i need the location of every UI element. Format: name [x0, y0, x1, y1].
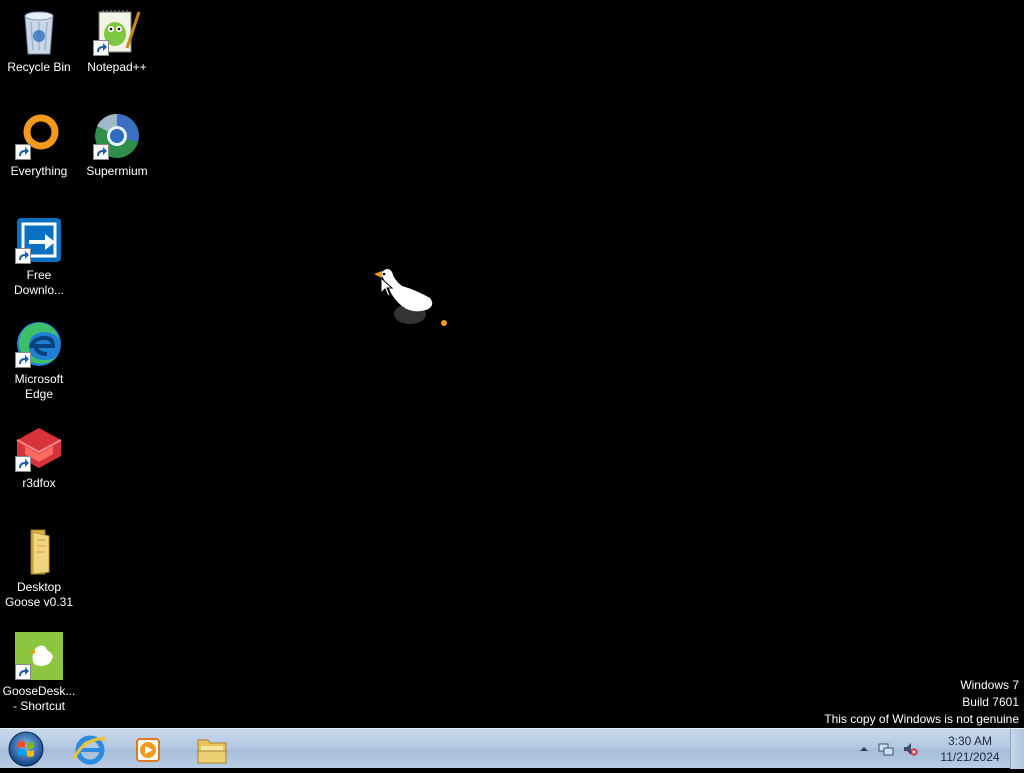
shortcut-arrow-icon: [15, 456, 31, 472]
desktop-icon-label: Recycle Bin: [7, 60, 71, 74]
folder-icon: [15, 528, 63, 576]
everything-search-icon: [15, 112, 63, 160]
goose-app-icon: [15, 632, 63, 680]
shortcut-arrow-icon: [15, 352, 31, 368]
internet-explorer-icon: [72, 735, 107, 765]
taskbar-clock[interactable]: 3:30 AM 11/21/2024: [936, 733, 1004, 765]
start-button[interactable]: [6, 730, 46, 768]
shortcut-arrow-icon: [15, 144, 31, 160]
desktop-icon-notepad-plus-plus[interactable]: Notepad++: [79, 8, 155, 75]
desktop-icon-label: Supermium: [86, 164, 148, 178]
show-hidden-icons-chevron-up-icon[interactable]: [856, 741, 872, 757]
media-player-icon: [136, 738, 160, 762]
clock-time: 3:30 AM: [947, 734, 993, 748]
desktop-icon-label: Microsoft Edge: [14, 372, 64, 401]
r3dfox-browser-icon: [15, 424, 63, 472]
mouse-pointer-icon: [380, 277, 394, 297]
notepad-plus-plus-icon: [93, 8, 141, 56]
desktop-icon-label: Notepad++: [87, 60, 147, 74]
clock-date: 11/21/2024: [940, 750, 1000, 764]
desktop-icon-label: Free Downlo...: [13, 268, 65, 297]
desktop-icon-supermium[interactable]: Supermium: [79, 112, 155, 179]
recycle-bin-icon: [15, 8, 63, 56]
taskbar-windows-explorer[interactable]: [184, 731, 240, 767]
desktop-icon-label: GooseDesk... - Shortcut: [2, 684, 76, 713]
watermark-genuine-notice: This copy of Windows is not genuine: [824, 712, 1019, 726]
desktop-icon-everything[interactable]: Everything: [1, 112, 77, 179]
shortcut-arrow-icon: [15, 664, 31, 680]
system-tray: 3:30 AM 11/21/2024: [854, 729, 1024, 769]
taskbar: 3:30 AM 11/21/2024: [0, 728, 1024, 769]
watermark-build: Build 7601: [962, 695, 1019, 709]
desktop-background[interactable]: Recycle Bin Notepad++ Everything Supermi…: [0, 0, 1024, 728]
taskbar-internet-explorer[interactable]: [62, 731, 118, 767]
desktop-icon-label: r3dfox: [22, 476, 56, 490]
microsoft-edge-icon: [15, 320, 63, 368]
desktop-icon-free-download-manager[interactable]: Free Downlo...: [1, 216, 77, 298]
volume-muted-icon[interactable]: [902, 741, 918, 757]
desktop-icon-microsoft-edge[interactable]: Microsoft Edge: [1, 320, 77, 402]
show-desktop-button[interactable]: [1010, 729, 1024, 769]
desktop-icon-goose-desktop-shortcut[interactable]: GooseDesk... - Shortcut: [1, 632, 77, 714]
desktop-icon-r3dfox[interactable]: r3dfox: [1, 424, 77, 491]
free-download-manager-icon: [15, 216, 63, 264]
supermium-browser-icon: [93, 112, 141, 160]
shortcut-arrow-icon: [93, 40, 109, 56]
taskbar-windows-media-player[interactable]: [120, 731, 176, 767]
network-icon[interactable]: [878, 741, 894, 757]
windows-watermark: Windows 7 Build 7601 This copy of Window…: [824, 677, 1019, 728]
desktop-icon-label: Everything: [10, 164, 68, 178]
desktop-goose-sprite[interactable]: [368, 262, 458, 332]
desktop-icon-recycle-bin[interactable]: Recycle Bin: [1, 8, 77, 75]
windows-explorer-icon: [197, 739, 227, 764]
shortcut-arrow-icon: [93, 144, 109, 160]
desktop-icon-label: Desktop Goose v0.31: [4, 580, 74, 609]
desktop-icon-desktop-goose-folder[interactable]: Desktop Goose v0.31: [1, 528, 77, 610]
windows-orb-icon: [8, 731, 44, 767]
watermark-edition: Windows 7: [960, 678, 1019, 692]
shortcut-arrow-icon: [15, 248, 31, 264]
